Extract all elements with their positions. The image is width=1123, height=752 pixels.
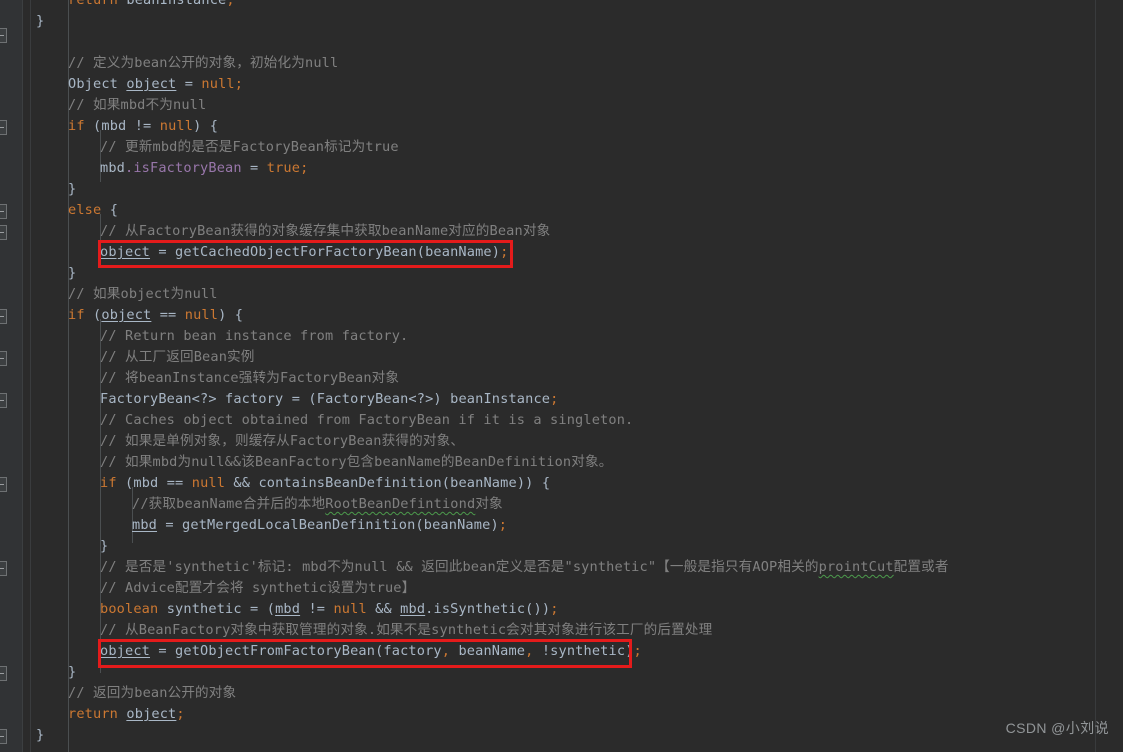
code-line: if (object == null) { xyxy=(68,307,244,323)
code-line: else { xyxy=(68,202,119,218)
code-line: if (mbd != null) { xyxy=(68,118,219,134)
code-line: boolean synthetic = (mbd != null && mbd.… xyxy=(100,601,559,617)
code-line: // 从FactoryBean获得的对象缓存集中获取beanName对应的Bea… xyxy=(100,223,551,239)
code-line: } xyxy=(68,181,77,197)
code-line: Object object = null; xyxy=(68,76,244,92)
code-editor[interactable]: return beanInstance; } // 定义为bean公开的对象，初… xyxy=(0,0,1123,752)
code-line: // 如果是单例对象，则缓存从FactoryBean获得的对象、 xyxy=(100,433,465,449)
code-line: return object; xyxy=(68,706,185,722)
code-line: // 定义为bean公开的对象，初始化为null xyxy=(68,55,339,71)
code-line: // 从BeanFactory对象中获取管理的对象.如果不是synthetic会… xyxy=(100,622,713,638)
code-line: // 更新mbd的是否是FactoryBean标记为true xyxy=(100,139,399,155)
code-line: } xyxy=(68,265,77,281)
code-line: // 从工厂返回Bean实例 xyxy=(100,349,255,365)
code-line: // 如果mbd不为null xyxy=(68,97,207,113)
code-line: return beanInstance; xyxy=(68,0,235,8)
code-line: FactoryBean<?> factory = (FactoryBean<?>… xyxy=(100,391,559,407)
code-line: // 如果object为null xyxy=(68,286,218,302)
code-line: // 将beanInstance强转为FactoryBean对象 xyxy=(100,370,400,386)
code-line-highlighted: object = getCachedObjectForFactoryBean(b… xyxy=(100,244,509,260)
code-line: //获取beanName合并后的本地RootBeanDefintiond对象 xyxy=(132,496,503,512)
code-line: if (mbd == null && containsBeanDefinitio… xyxy=(100,475,551,491)
code-line: mbd = getMergedLocalBeanDefinition(beanN… xyxy=(132,517,508,533)
code-content[interactable]: return beanInstance; } // 定义为bean公开的对象，初… xyxy=(0,0,1123,752)
code-line: } xyxy=(68,664,77,680)
code-line: // Advice配置才会将 synthetic设置为true】 xyxy=(100,580,416,596)
code-line: // Caches object obtained from FactoryBe… xyxy=(100,412,634,428)
code-line: // Return bean instance from factory. xyxy=(100,328,409,344)
code-line: } xyxy=(36,727,45,743)
code-line: } xyxy=(36,13,45,29)
code-line: mbd.isFactoryBean = true; xyxy=(100,160,309,176)
csdn-watermark: CSDN @小刘说 xyxy=(1005,720,1109,736)
code-line: // 返回为bean公开的对象 xyxy=(68,685,237,701)
code-line-highlighted: object = getObjectFromFactoryBean(factor… xyxy=(100,643,642,659)
code-line: // 如果mbd为null&&该BeanFactory包含beanName的Be… xyxy=(100,454,613,470)
code-line: // 是否是'synthetic'标记: mbd不为null && 返回此bea… xyxy=(100,559,949,575)
code-line: } xyxy=(100,538,109,554)
